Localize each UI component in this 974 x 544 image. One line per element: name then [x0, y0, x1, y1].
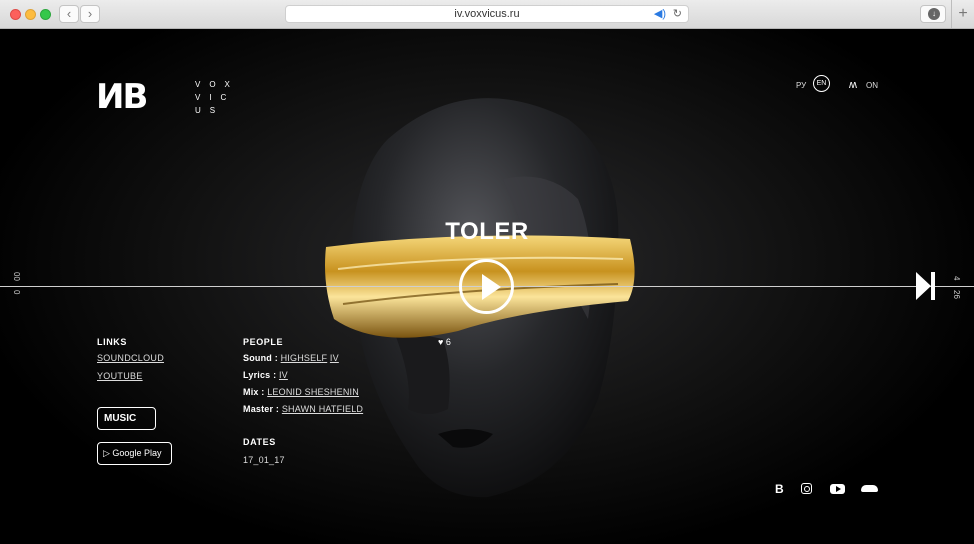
- credit-lyrics: Lyrics : IV: [243, 370, 288, 380]
- speaker-icon[interactable]: ◀): [654, 6, 666, 22]
- behance-icon[interactable]: B: [775, 482, 784, 496]
- youtube-link[interactable]: YOUTUBE: [97, 371, 143, 381]
- site-logo[interactable]: ИВ: [96, 79, 148, 115]
- people-heading: PEOPLE: [243, 337, 284, 347]
- reload-icon[interactable]: ↻: [673, 6, 682, 22]
- track-title: TOLER: [445, 218, 529, 245]
- like-button[interactable]: ♥ 6: [438, 337, 451, 347]
- credit-link[interactable]: IV: [279, 370, 288, 380]
- sound-toggle-label[interactable]: ON: [866, 81, 878, 90]
- credit-link[interactable]: HIGHSELF: [281, 353, 328, 363]
- soundcloud-link[interactable]: SOUNDCLOUD: [97, 353, 164, 363]
- google-play-label: Google Play: [112, 448, 162, 458]
- credit-label: Mix :: [243, 387, 265, 397]
- links-heading: LINKS: [97, 337, 127, 347]
- download-icon: ↓: [928, 8, 940, 20]
- google-play-icon: ▷: [103, 448, 113, 458]
- url-text: iv.voxvicus.ru: [454, 8, 520, 20]
- youtube-icon[interactable]: [830, 484, 845, 494]
- sound-wave-icon[interactable]: ʍ: [849, 79, 857, 91]
- minimize-window-button[interactable]: [25, 9, 36, 20]
- forward-button[interactable]: ›: [80, 5, 100, 23]
- address-bar[interactable]: iv.voxvicus.ru ◀) ↻: [285, 5, 689, 23]
- duration-minutes: 4: [952, 276, 961, 281]
- credit-mix: Mix : LEONID SHESHENIN: [243, 387, 359, 397]
- brand-line: US: [195, 106, 225, 115]
- credit-master: Master : SHAWN HATFIELD: [243, 404, 363, 414]
- elapsed-seconds: 0: [12, 290, 21, 295]
- apple-music-button[interactable]: MUSIC: [97, 407, 156, 430]
- like-count: 6: [445, 337, 451, 347]
- google-play-button[interactable]: ▷ Google Play: [97, 442, 172, 465]
- brand-line: VOX: [195, 80, 239, 89]
- lang-ru-link[interactable]: РУ: [796, 81, 806, 90]
- credit-label: Lyrics :: [243, 370, 277, 380]
- credit-sound: Sound : HIGHSELF IV: [243, 353, 339, 363]
- youtube-play-glyph: [836, 486, 841, 492]
- instagram-lens: [804, 486, 810, 492]
- next-track-button[interactable]: [916, 272, 936, 300]
- new-tab-button[interactable]: +: [951, 0, 974, 28]
- credit-link[interactable]: LEONID SHESHENIN: [267, 387, 359, 397]
- downloads-button[interactable]: ↓: [920, 5, 946, 23]
- dates-heading: DATES: [243, 437, 276, 447]
- elapsed-minutes: 00: [12, 272, 21, 281]
- credit-label: Sound :: [243, 353, 278, 363]
- page: ИВ VOX VIC US РУ EN ʍ ON TOLER 00 0 4 26…: [0, 29, 974, 544]
- duration-seconds: 26: [952, 290, 961, 299]
- brand-line: VIC: [195, 93, 236, 102]
- credit-label: Master :: [243, 404, 280, 414]
- brand-wordmark: VOX VIC US: [195, 78, 239, 117]
- zoom-window-button[interactable]: [40, 9, 51, 20]
- credit-link[interactable]: SHAWN HATFIELD: [282, 404, 363, 414]
- lang-en-link[interactable]: EN: [813, 75, 830, 92]
- instagram-icon[interactable]: [801, 483, 812, 494]
- heart-icon: ♥: [438, 337, 444, 347]
- back-button[interactable]: ‹: [59, 5, 79, 23]
- release-date: 17_01_17: [243, 455, 285, 465]
- apple-music-label: MUSIC: [104, 413, 137, 424]
- browser-toolbar: ‹ › iv.voxvicus.ru ◀) ↻ ↓ +: [0, 0, 974, 29]
- credit-link[interactable]: IV: [330, 353, 339, 363]
- close-window-button[interactable]: [10, 9, 21, 20]
- soundcloud-icon[interactable]: [861, 485, 878, 492]
- play-button[interactable]: [459, 259, 514, 314]
